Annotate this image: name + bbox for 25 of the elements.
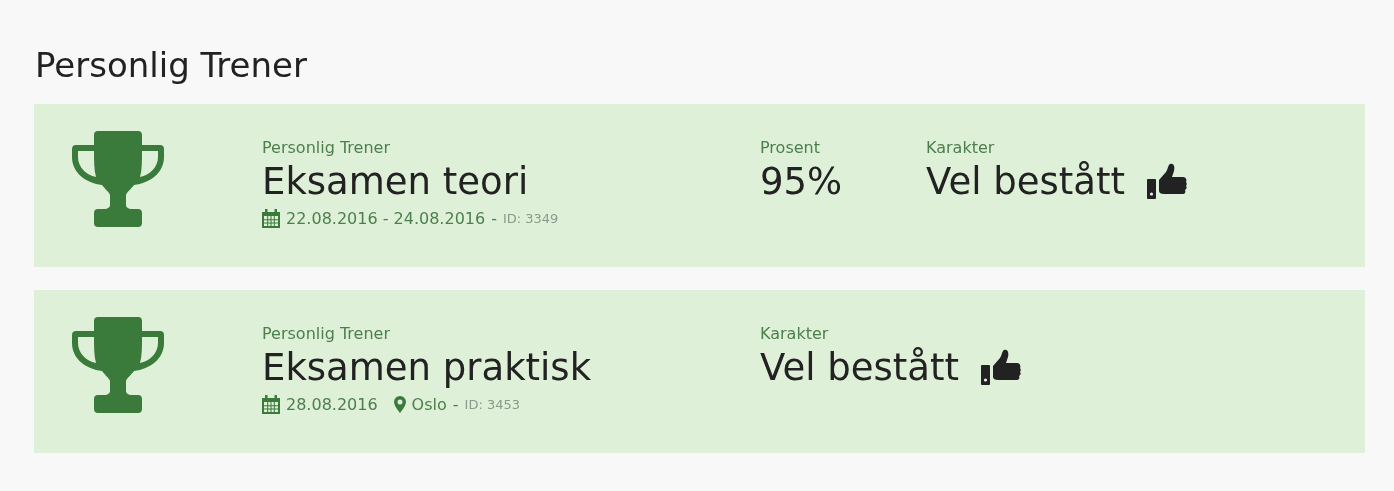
category-label: Personlig Trener bbox=[262, 323, 391, 345]
separator-text: - bbox=[491, 209, 497, 228]
stat-label: Prosent bbox=[760, 137, 821, 159]
grade-value: Vel bestått bbox=[926, 159, 1125, 205]
location-pin-icon bbox=[393, 396, 406, 413]
thumbs-up-icon bbox=[980, 349, 1021, 387]
id-text: ID: 3349 bbox=[502, 211, 559, 226]
thumbs-up-icon bbox=[1146, 163, 1187, 201]
calendar-icon bbox=[262, 209, 280, 228]
percent-value: 95% bbox=[760, 159, 844, 205]
stat-label: Karakter bbox=[760, 323, 830, 345]
stat-label: Karakter bbox=[926, 137, 996, 159]
id-text: ID: 3453 bbox=[464, 397, 520, 412]
exam-title: Eksamen teori bbox=[262, 159, 530, 205]
date-text: 22.08.2016 - 24.08.2016 bbox=[286, 209, 486, 228]
location-text: Oslo bbox=[411, 395, 447, 414]
separator-text: - bbox=[452, 395, 459, 414]
trophy-icon bbox=[72, 317, 164, 413]
page-title: Personlig Trener bbox=[35, 44, 308, 87]
grade-value: Vel bestått bbox=[760, 345, 959, 391]
calendar-icon bbox=[262, 395, 280, 414]
category-label: Personlig Trener bbox=[262, 137, 391, 159]
exam-title: Eksamen praktisk bbox=[262, 345, 593, 391]
date-text: 28.08.2016 bbox=[286, 395, 378, 414]
trophy-icon bbox=[72, 131, 164, 227]
